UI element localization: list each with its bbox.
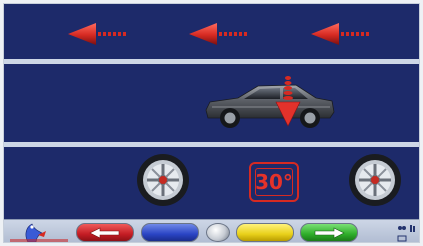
back-button[interactable] [76,223,134,242]
alignment-screen: 30° [3,3,420,243]
status-area [363,221,419,242]
car-icon [205,76,335,128]
wheel-panel: 30° [4,147,419,219]
angle-value: 30° [255,170,293,194]
wheel-clamp-right-icon [349,154,401,206]
function-key-round[interactable] [206,223,230,242]
function-key-bar [4,219,419,242]
vehicle-panel [4,64,419,142]
status-icons [397,225,415,242]
red-arrow-left-icon [311,23,369,45]
function-key-blue[interactable] [141,223,199,242]
arrow-right-icon [314,227,345,238]
direction-panel [4,4,419,59]
wheel-clamp-left-icon [137,154,189,206]
red-arrow-left-icon [68,23,126,45]
next-button[interactable] [300,223,358,242]
function-key-yellow[interactable] [236,223,294,242]
red-arrow-left-icon [189,23,247,45]
brand-logo-icon [10,223,68,242]
angle-display: 30° [249,162,299,202]
arrow-left-icon [89,227,120,238]
